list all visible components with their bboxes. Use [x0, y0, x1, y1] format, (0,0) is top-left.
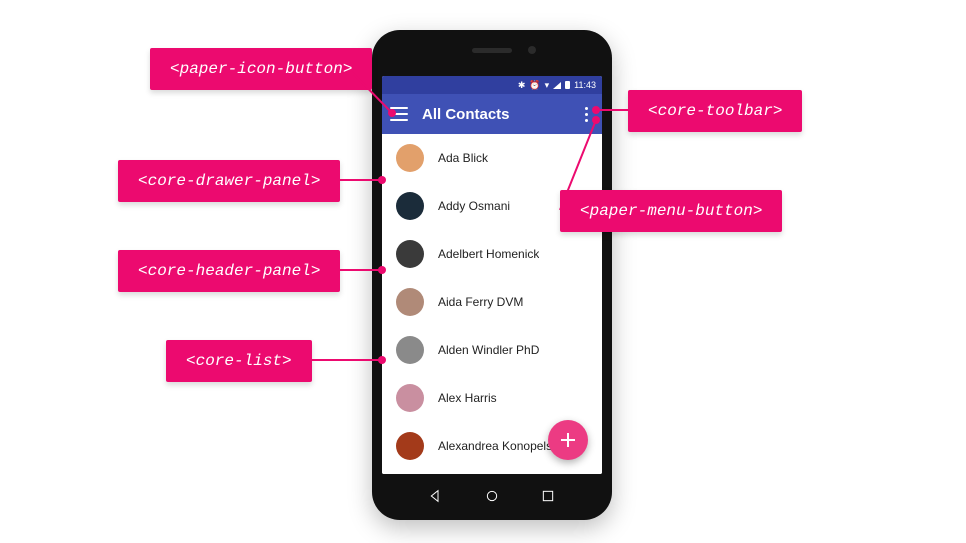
- callout-core-list: <core-list>: [166, 340, 312, 382]
- battery-icon: [565, 81, 570, 89]
- phone-camera: [528, 46, 536, 54]
- callout-core-header-panel: <core-header-panel>: [118, 250, 340, 292]
- core-toolbar: All Contacts: [382, 94, 602, 134]
- core-list: Ada Blick Addy Osmani Adelbert Homenick …: [382, 134, 602, 474]
- contact-name: Addy Osmani: [438, 199, 510, 213]
- back-icon[interactable]: [428, 488, 444, 504]
- menu-icon[interactable]: [390, 107, 408, 121]
- phone-frame: ✱ ⏰ ▾ 11:43 All Contacts Ada Blick: [372, 30, 612, 520]
- list-item[interactable]: Adelbert Homenick: [382, 230, 602, 278]
- contact-name: Ada Blick: [438, 151, 488, 165]
- clock-text: 11:43: [574, 80, 596, 90]
- avatar: [396, 240, 424, 268]
- list-item[interactable]: Aida Ferry DVM: [382, 278, 602, 326]
- contact-name: Alden Windler PhD: [438, 343, 539, 357]
- callout-core-toolbar: <core-toolbar>: [628, 90, 802, 132]
- phone-speaker: [472, 48, 512, 53]
- contact-name: Alex Harris: [438, 391, 497, 405]
- avatar: [396, 432, 424, 460]
- list-item[interactable]: Ada Blick: [382, 134, 602, 182]
- avatar: [396, 384, 424, 412]
- avatar: [396, 288, 424, 316]
- callout-paper-icon-button: <paper-icon-button>: [150, 48, 372, 90]
- list-item[interactable]: Alden Windler PhD: [382, 326, 602, 374]
- android-status-bar: ✱ ⏰ ▾ 11:43: [382, 76, 602, 94]
- fab-add-button[interactable]: [548, 420, 588, 460]
- avatar: [396, 336, 424, 364]
- list-item[interactable]: Alex Harris: [382, 374, 602, 422]
- toolbar-title: All Contacts: [422, 106, 565, 123]
- phone-screen: ✱ ⏰ ▾ 11:43 All Contacts Ada Blick: [382, 76, 602, 474]
- contact-name: Aida Ferry DVM: [438, 295, 523, 309]
- callout-core-drawer-panel: <core-drawer-panel>: [118, 160, 340, 202]
- recent-icon[interactable]: [540, 488, 556, 504]
- wifi-icon: ▾: [545, 80, 550, 91]
- avatar: [396, 192, 424, 220]
- alarm-icon: ⏰: [529, 80, 540, 91]
- contact-name: Adelbert Homenick: [438, 247, 539, 261]
- overflow-icon[interactable]: [579, 103, 594, 126]
- home-icon[interactable]: [484, 488, 500, 504]
- bluetooth-icon: ✱: [518, 80, 526, 91]
- signal-icon: [553, 82, 561, 89]
- android-soft-nav: [372, 484, 612, 508]
- callout-paper-menu-button: <paper-menu-button>: [560, 190, 782, 232]
- avatar: [396, 144, 424, 172]
